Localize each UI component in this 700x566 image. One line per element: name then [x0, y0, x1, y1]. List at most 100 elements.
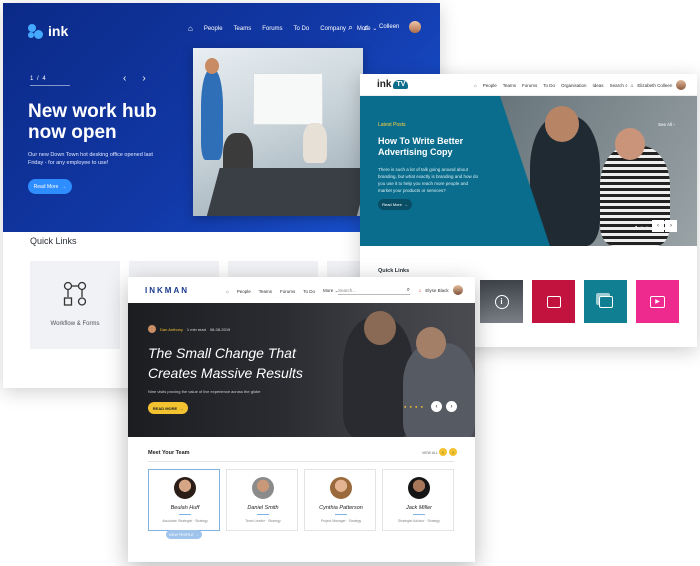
team-card[interactable]: Daniel Smith Team Leader · Strategy [226, 469, 298, 531]
nav-teams[interactable]: Teams [503, 83, 516, 88]
home-icon[interactable]: ⌂ [474, 83, 477, 88]
nav-teams[interactable]: Teams [259, 289, 272, 294]
nav-people[interactable]: People [483, 83, 497, 88]
team-card[interactable]: Cynthia Patterson Project Manager · Stra… [304, 469, 376, 531]
search-icon[interactable]: ⌕ [348, 22, 353, 33]
quick-link-tile[interactable]: i [480, 280, 523, 323]
person-shape [403, 343, 475, 437]
divider [179, 514, 191, 515]
home-icon[interactable]: ⌂ [226, 289, 229, 294]
nav-company[interactable]: Company [320, 26, 346, 32]
view-profile-label: VIEW PROFILE [168, 532, 194, 537]
user-name[interactable]: Elyse Black [425, 288, 448, 293]
inkman-user: ♫ Elyse Black [418, 285, 463, 295]
member-name: Daniel Smith [247, 505, 279, 511]
nav-search[interactable]: Search ⌕ [610, 83, 628, 88]
nav-ideas[interactable]: Ideas [593, 83, 604, 88]
person-head-shape [615, 128, 645, 160]
member-name: Beulah Huff [170, 505, 200, 511]
team-card[interactable]: Beulah Huff Associate Strategist · Strat… [148, 469, 220, 531]
avatar [174, 477, 196, 499]
see-all-label: See All [658, 122, 673, 127]
nav-teams[interactable]: Teams [234, 26, 252, 32]
inkman-logo[interactable]: INKMAN [145, 286, 189, 295]
gallery-icon [598, 295, 613, 308]
video-icon: ▶ [650, 295, 665, 308]
nav-forums[interactable]: Forums [262, 26, 282, 32]
nav-people[interactable]: People [204, 26, 223, 32]
team-arrows: ‹ › [439, 448, 457, 456]
view-all-link[interactable]: VIEW ALL [422, 451, 438, 455]
inktv-header: ink TV ⌂ People Teams Forums To Do Organ… [360, 74, 697, 96]
avatar[interactable] [409, 21, 422, 33]
hero-description: Our new Down Town hot desking office ope… [28, 152, 153, 166]
slide-arrows: ‹ › [123, 73, 146, 84]
tile-label: Workflow & Forms [50, 321, 100, 327]
post-meta: Dan Anthony 1 min read 08-08-2019 [148, 325, 230, 333]
chevron-right-icon[interactable]: › [142, 73, 145, 84]
chevron-right-icon[interactable]: › [449, 448, 457, 456]
search-input[interactable]: Search... ⌕ [338, 286, 410, 295]
quick-link-tile[interactable]: Workflow & Forms [30, 261, 120, 349]
person-head-shape [364, 311, 396, 345]
bell-icon[interactable]: ♫ [363, 23, 369, 32]
member-role: Associate Strategist · Strategy [162, 519, 208, 523]
chevron-right-icon[interactable]: › [446, 401, 457, 412]
table-shape [206, 168, 363, 216]
nav-todo[interactable]: To Do [303, 289, 315, 294]
inktv-hero: Latest Posts How To Write Better Adverti… [360, 96, 697, 246]
nav-todo[interactable]: To Do [543, 83, 555, 88]
avatar[interactable] [148, 325, 156, 333]
nav-forums[interactable]: Forums [280, 289, 295, 294]
quick-link-tile[interactable]: ▶ [636, 280, 679, 323]
slide-arrows: ‹ › [431, 401, 457, 412]
read-more-label: Read More [382, 202, 402, 207]
nav-todo[interactable]: To Do [294, 26, 310, 32]
ink-logo[interactable]: ink [28, 23, 68, 39]
read-more-label: READ MORE [152, 405, 178, 411]
chevron-left-icon[interactable]: ‹ [431, 401, 442, 412]
quick-link-tile[interactable] [584, 280, 627, 323]
search-placeholder: Search... [338, 287, 357, 293]
view-profile-button[interactable]: VIEW PROFILE → [166, 530, 202, 539]
team-card[interactable]: Jack Miller Strategist Advisor · Strateg… [382, 469, 454, 531]
nav-forums[interactable]: Forums [522, 83, 537, 88]
chevron-left-icon[interactable]: ‹ [652, 220, 664, 232]
quick-link-tile[interactable] [532, 280, 575, 323]
slide-dots[interactable]: ● ○ ○ [635, 224, 649, 229]
workflow-icon [63, 281, 87, 306]
chevron-left-icon[interactable]: ‹ [123, 73, 126, 84]
author-tag[interactable]: Dan Anthony [160, 327, 183, 332]
see-all-link[interactable]: See All › [658, 122, 675, 127]
member-name: Jack Miller [406, 505, 432, 511]
inkman-window: INKMAN ⌂ People Teams Forums To Do More … [128, 277, 475, 562]
read-more-button[interactable]: Read More → [28, 179, 72, 194]
inktv-logo[interactable]: ink TV [377, 79, 409, 90]
user-name[interactable]: Elizabeth Colleen [637, 83, 672, 88]
inktv-brand-tv: TV [393, 80, 409, 89]
hero-title: How To Write Better Advertising Copy [378, 136, 464, 157]
nav-organisation[interactable]: Organisation [561, 83, 587, 88]
hero-title: The Small Change That Creates Massive Re… [148, 345, 303, 381]
nav-people[interactable]: People [237, 289, 251, 294]
nav-more[interactable]: More ⌄ [323, 288, 338, 294]
inkman-hero: Dan Anthony 1 min read 08-08-2019 The Sm… [128, 303, 475, 437]
avatar [330, 477, 352, 499]
read-more-button[interactable]: Read More → [378, 199, 412, 210]
member-role: Project Manager · Strategy [320, 519, 362, 523]
read-more-button[interactable]: READ MORE → [148, 402, 188, 414]
person-shape [201, 70, 223, 160]
home-icon[interactable]: ⌂ [188, 24, 193, 33]
slide-dots[interactable]: ● ● ● ● [404, 404, 424, 409]
avatar[interactable] [452, 285, 463, 295]
ink-user-name[interactable]: Colleen [379, 24, 399, 30]
inkman-header: INKMAN ⌂ People Teams Forums To Do More … [128, 277, 475, 303]
chevron-right-icon[interactable]: › [665, 220, 677, 232]
hero-description: There is such a lot of talk going around… [378, 167, 479, 193]
chevron-left-icon[interactable]: ‹ [439, 448, 447, 456]
divider [413, 514, 425, 515]
bell-icon[interactable]: ♫ [418, 288, 421, 293]
avatar[interactable] [676, 80, 687, 90]
bell-icon[interactable]: ♫ [630, 83, 633, 88]
post-date: 08-08-2019 [209, 326, 231, 332]
